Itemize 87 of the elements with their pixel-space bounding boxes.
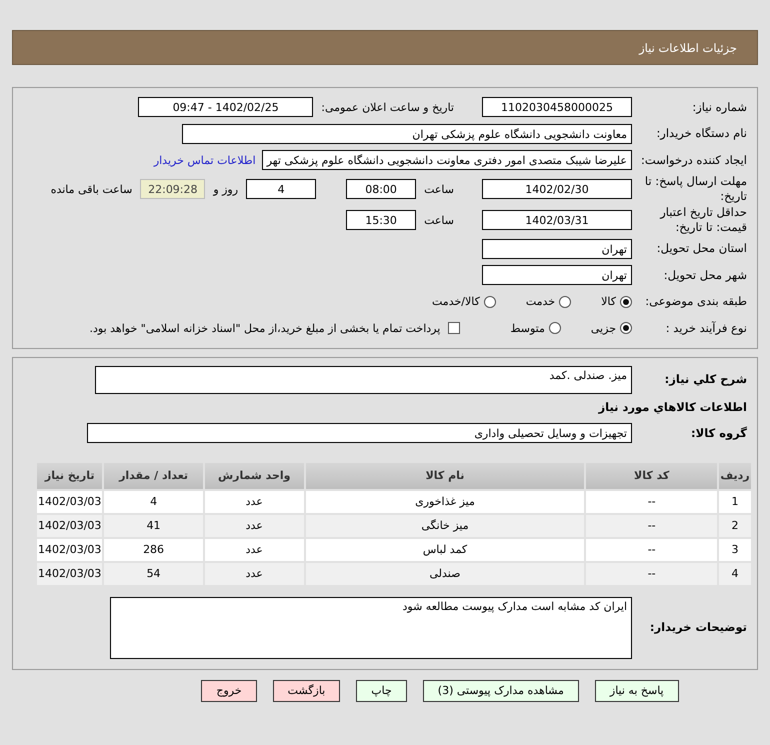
table-cell: 3 bbox=[719, 538, 751, 560]
description-field: میز. صندلی .کمد bbox=[95, 366, 632, 394]
remaining-time-field: 22:09:28 bbox=[140, 179, 206, 199]
field-label: مهلت ارسال پاسخ: تا تاریخ: bbox=[644, 174, 748, 204]
table-cell: میز غذاخوری bbox=[306, 490, 584, 512]
buyer-contact-link[interactable]: اطلاعات تماس خریدار bbox=[154, 154, 256, 167]
field-label: نام دستگاه خریدار: bbox=[655, 126, 748, 142]
requester-field: علیرضا شیبک متصدی امور دفتری معاونت دانشجویی دانشگاه علوم پزشکی تهر bbox=[262, 150, 632, 170]
radio-label: کالا/خدمت bbox=[432, 295, 480, 308]
radio-icon[interactable] bbox=[548, 322, 561, 334]
remaining-label: ساعت باقی مانده bbox=[50, 182, 134, 196]
process-radio[interactable]: متوسط bbox=[510, 322, 561, 335]
field-label: شرح کلي نياز: bbox=[664, 372, 748, 387]
column-header: تاریخ نیاز bbox=[37, 462, 102, 488]
checkbox[interactable] bbox=[448, 322, 460, 334]
radio-icon[interactable] bbox=[620, 322, 632, 334]
page-title: جزئیات اطلاعات نیاز bbox=[639, 40, 737, 54]
announce-date-field: 1402/02/25 - 09:47 bbox=[138, 97, 314, 118]
radio-label: جزیی bbox=[590, 322, 616, 335]
action-button[interactable]: مشاهده مدارک پیوستی (3) bbox=[422, 680, 579, 702]
table-cell: 4 bbox=[104, 490, 203, 512]
field-label: شهر محل تحویل: bbox=[662, 268, 748, 283]
province-field: تهران bbox=[482, 238, 632, 259]
radio-icon[interactable] bbox=[620, 296, 632, 308]
action-button[interactable]: خروج bbox=[201, 680, 257, 702]
table-cell: 4 bbox=[719, 562, 751, 584]
column-header: ردیف bbox=[719, 462, 751, 488]
table-cell: 41 bbox=[104, 514, 203, 536]
table-cell: 1402/03/03 bbox=[37, 538, 102, 560]
column-header: نام کالا bbox=[306, 462, 584, 488]
table-cell: عدد bbox=[204, 490, 304, 512]
validity-date-field: 1402/03/31 bbox=[482, 210, 632, 230]
table-cell: عدد bbox=[204, 538, 304, 560]
deadline-date-field: 1402/02/30 bbox=[482, 179, 632, 199]
category-radio[interactable]: خدمت bbox=[526, 295, 572, 308]
field-label: طبقه بندی موضوعی: bbox=[644, 294, 748, 310]
field-label: شماره نیاز: bbox=[691, 100, 748, 115]
column-header: واحد شمارش bbox=[204, 462, 304, 488]
time-label: ساعت bbox=[423, 182, 455, 196]
column-header: کد کالا bbox=[586, 462, 718, 488]
field-label: حداقل تاریخ اعتبار قیمت: تا تاریخ: bbox=[658, 205, 748, 235]
category-radio[interactable]: کالا/خدمت bbox=[432, 295, 496, 308]
column-header: تعداد / مقدار bbox=[104, 462, 203, 488]
table-cell: میز خانگی bbox=[306, 514, 584, 536]
field-label: استان محل تحویل: bbox=[656, 241, 748, 256]
table-cell: -- bbox=[586, 514, 718, 536]
buyer-org-field: معاونت دانشجویی دانشگاه علوم پزشکی تهران bbox=[182, 124, 632, 144]
need-number-field: 1102030458000025 bbox=[482, 97, 632, 118]
table-cell: 1402/03/03 bbox=[37, 562, 102, 584]
validity-time-field: 15:30 bbox=[346, 210, 416, 230]
table-cell: کمد لباس bbox=[306, 538, 584, 560]
table-cell: 286 bbox=[104, 538, 203, 560]
action-button[interactable]: بازگشت bbox=[272, 680, 340, 702]
buyer-notes-field: ایران کد مشابه است مدارک پیوست مطالعه شود bbox=[110, 596, 632, 658]
table-cell: 1 bbox=[719, 490, 751, 512]
field-label: تاریخ و ساعت اعلان عمومی: bbox=[320, 100, 455, 114]
table-cell: عدد bbox=[204, 514, 304, 536]
section-heading: اطلاعات کالاهاي مورد نياز bbox=[598, 400, 748, 414]
table-cell: -- bbox=[586, 562, 718, 584]
deadline-time-field: 08:00 bbox=[346, 179, 416, 199]
radio-label: کالا bbox=[601, 295, 616, 308]
table-cell: 1402/03/03 bbox=[37, 514, 102, 536]
action-button[interactable]: پاسخ به نیاز bbox=[594, 680, 679, 702]
field-label: ایجاد کننده درخواست: bbox=[640, 152, 748, 168]
days-field: 4 bbox=[246, 179, 316, 199]
table-cell: -- bbox=[586, 538, 718, 560]
table-cell: عدد bbox=[204, 562, 304, 584]
process-radio[interactable]: جزیی bbox=[590, 322, 632, 335]
table-cell: 1402/03/03 bbox=[37, 490, 102, 512]
time-label: ساعت bbox=[423, 214, 455, 226]
table-cell: صندلی bbox=[306, 562, 584, 584]
action-button[interactable]: چاپ bbox=[356, 680, 407, 702]
radio-label: متوسط bbox=[510, 322, 545, 335]
city-field: تهران bbox=[482, 265, 632, 286]
table-cell: 2 bbox=[719, 514, 751, 536]
radio-label: خدمت bbox=[526, 295, 556, 308]
category-radio[interactable]: کالا bbox=[601, 295, 632, 308]
field-label: گروه کالا: bbox=[690, 426, 748, 441]
checkbox-label: پرداخت تمام یا بخشی از مبلغ خرید،از محل "اسناد خزانه اسلامی" خواهد بود. bbox=[88, 322, 442, 335]
goods-group-field: تجهیزات و وسایل تحصیلی واداری bbox=[87, 423, 632, 444]
days-label: روز و bbox=[212, 182, 240, 196]
radio-icon[interactable] bbox=[484, 296, 496, 308]
field-label: نوع فرآیند خرید : bbox=[664, 320, 748, 336]
table-cell: 54 bbox=[104, 562, 203, 584]
field-label: توضیحات خریدار: bbox=[648, 620, 748, 635]
table-cell: -- bbox=[586, 490, 718, 512]
radio-icon[interactable] bbox=[559, 296, 572, 308]
